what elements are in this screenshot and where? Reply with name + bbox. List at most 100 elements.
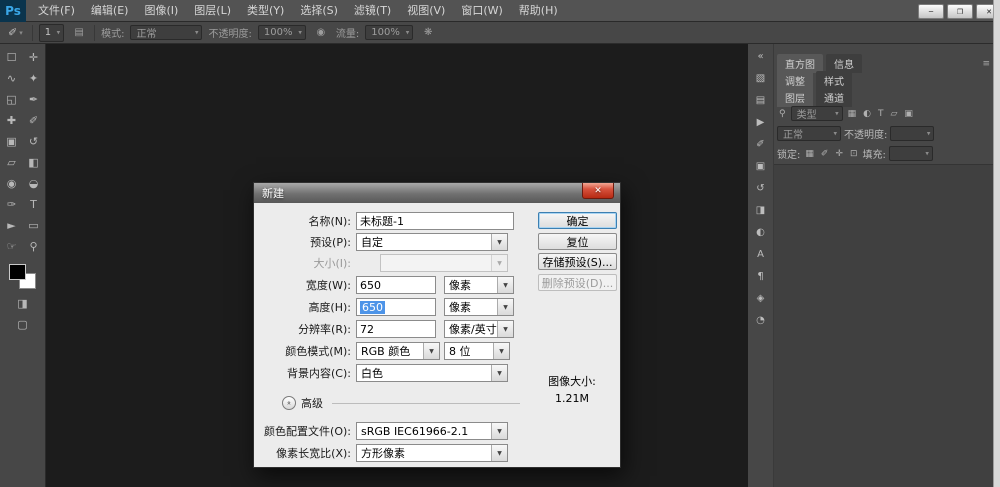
move-tool[interactable]: ✛ bbox=[23, 47, 45, 68]
toggle-brush-panel-icon[interactable]: ▤ bbox=[70, 25, 88, 41]
height-input[interactable]: 650 bbox=[356, 298, 436, 316]
history-brush-tool[interactable]: ↺ bbox=[23, 131, 45, 152]
clone-stamp-tool[interactable]: ▣ bbox=[1, 131, 23, 152]
pen-tool[interactable]: ✑ bbox=[1, 194, 23, 215]
background-contents-select[interactable]: 白色 ▼ bbox=[356, 364, 508, 382]
reset-button[interactable]: 复位 bbox=[538, 233, 617, 250]
flow-select[interactable]: 100% ▾ bbox=[365, 25, 414, 40]
quick-selection-tool[interactable]: ✦ bbox=[23, 68, 45, 89]
menu-file[interactable]: 文件(F) bbox=[30, 0, 83, 22]
blend-mode-select[interactable]: 正常 ▾ bbox=[130, 25, 203, 40]
lock-transparent-pixels-icon[interactable]: ▦ bbox=[803, 149, 816, 159]
chevron-down-icon: ▼ bbox=[497, 277, 513, 293]
ok-button[interactable]: 确定 bbox=[538, 212, 617, 229]
width-input[interactable]: 650 bbox=[356, 276, 436, 294]
bit-depth-select[interactable]: 8 位 ▼ bbox=[444, 342, 510, 360]
menu-layer[interactable]: 图层(L) bbox=[186, 0, 239, 22]
tablet-pressure-opacity-icon[interactable]: ◉ bbox=[312, 25, 330, 41]
airbrush-icon[interactable]: ❋ bbox=[419, 25, 437, 41]
type-layer-filter-icon[interactable]: T bbox=[876, 109, 886, 119]
dialog-title: 新建 bbox=[262, 187, 284, 200]
name-input[interactable]: 未标题-1 bbox=[356, 212, 514, 230]
menu-window[interactable]: 窗口(W) bbox=[453, 0, 510, 22]
pixel-aspect-ratio-select[interactable]: 方形像素 ▼ bbox=[356, 444, 508, 462]
path-selection-tool[interactable]: ► bbox=[1, 215, 23, 236]
tab-channels[interactable]: 通道 bbox=[816, 88, 852, 107]
masks-panel-icon[interactable]: ◐ bbox=[751, 223, 771, 242]
tab-layers[interactable]: 图层 bbox=[777, 88, 813, 107]
properties-panel-icon[interactable]: ◨ bbox=[751, 201, 771, 220]
quick-mask-mode-icon[interactable]: ◨ bbox=[0, 297, 45, 310]
expand-panels-icon[interactable]: « bbox=[751, 47, 771, 66]
type-tool[interactable]: T bbox=[23, 194, 45, 215]
separator bbox=[31, 24, 33, 41]
chevron-down-icon: ▼ bbox=[491, 365, 507, 381]
clone-source-panel-icon[interactable]: ▣ bbox=[751, 157, 771, 176]
lock-all-icon[interactable]: ⊡ bbox=[848, 149, 860, 159]
shape-layer-filter-icon[interactable]: ▱ bbox=[888, 109, 899, 119]
layer-filter-type-select[interactable]: 类型 ▾ bbox=[790, 106, 843, 121]
advanced-section-toggle[interactable]: » 高级 bbox=[282, 395, 520, 411]
healing-brush-tool[interactable]: ✚ bbox=[1, 110, 23, 131]
page-scrollbar[interactable] bbox=[993, 0, 1000, 487]
eyedropper-tool[interactable]: ✒ bbox=[23, 89, 45, 110]
gradient-tool[interactable]: ◧ bbox=[23, 152, 45, 173]
rectangular-marquee-tool[interactable]: ☐ bbox=[1, 47, 23, 68]
layer-blend-mode-select[interactable]: 正常 ▾ bbox=[777, 126, 841, 141]
menu-edit[interactable]: 编辑(E) bbox=[83, 0, 137, 22]
menu-help[interactable]: 帮助(H) bbox=[511, 0, 566, 22]
hand-tool[interactable]: ☞ bbox=[1, 236, 23, 257]
blur-tool[interactable]: ◉ bbox=[1, 173, 23, 194]
smart-object-filter-icon[interactable]: ▣ bbox=[902, 109, 915, 119]
swatches-panel-icon[interactable]: ▤ bbox=[751, 91, 771, 110]
save-preset-button[interactable]: 存储预设(S)... bbox=[538, 253, 617, 270]
search-icon: ⚲ bbox=[779, 108, 786, 119]
paragraph-panel-icon[interactable]: ¶ bbox=[751, 267, 771, 286]
menu-image[interactable]: 图像(I) bbox=[136, 0, 186, 22]
lock-image-pixels-icon[interactable]: ✐ bbox=[819, 149, 831, 159]
opacity-select[interactable]: 100% ▾ bbox=[257, 25, 306, 40]
actions-panel-icon[interactable]: ▶ bbox=[751, 113, 771, 132]
restore-button[interactable]: ❐ bbox=[947, 4, 973, 19]
mode-label: 模式: bbox=[101, 29, 125, 40]
crop-tool[interactable]: ◱ bbox=[1, 89, 23, 110]
preset-select[interactable]: 自定 ▼ bbox=[356, 233, 508, 251]
menu-select[interactable]: 选择(S) bbox=[292, 0, 346, 22]
brush-presets-panel-icon[interactable]: ✐ bbox=[751, 135, 771, 154]
timeline-panel-icon[interactable]: ◔ bbox=[751, 311, 771, 330]
menu-view[interactable]: 视图(V) bbox=[399, 0, 453, 22]
layer-fill-select[interactable]: ▾ bbox=[888, 146, 933, 161]
screen-mode-icon[interactable]: ▢ bbox=[0, 318, 45, 331]
minimize-button[interactable]: ─ bbox=[918, 4, 944, 19]
resolution-unit-select[interactable]: 像素/英寸 ▼ bbox=[444, 320, 514, 338]
character-panel-icon[interactable]: A bbox=[751, 245, 771, 264]
color-mode-select[interactable]: RGB 颜色 ▼ bbox=[356, 342, 440, 360]
layer-opacity-select[interactable]: ▾ bbox=[890, 126, 935, 141]
lasso-tool[interactable]: ∿ bbox=[1, 68, 23, 89]
shape-tool[interactable]: ▭ bbox=[23, 215, 45, 236]
height-unit-select[interactable]: 像素 ▼ bbox=[444, 298, 514, 316]
dialog-close-button[interactable]: ✕ bbox=[582, 183, 614, 199]
menu-type[interactable]: 类型(Y) bbox=[239, 0, 292, 22]
color-profile-select[interactable]: sRGB IEC61966-2.1 ▼ bbox=[356, 422, 508, 440]
brush-tool[interactable]: ✐ bbox=[23, 110, 45, 131]
width-unit-select[interactable]: 像素 ▼ bbox=[444, 276, 514, 294]
menu-filter[interactable]: 滤镜(T) bbox=[346, 0, 399, 22]
brush-preset-picker[interactable]: 1 ▾ bbox=[38, 23, 65, 42]
collapse-advanced-icon[interactable]: » bbox=[282, 396, 296, 410]
pixel-layer-filter-icon[interactable]: ▦ bbox=[846, 109, 859, 119]
zoom-tool[interactable]: ⚲ bbox=[23, 236, 45, 257]
dialog-title-bar[interactable]: 新建 ✕ bbox=[254, 183, 620, 203]
history-panel-icon[interactable]: ↺ bbox=[751, 179, 771, 198]
color-panel-icon[interactable]: ▧ bbox=[751, 69, 771, 88]
layers-list-area[interactable] bbox=[774, 164, 993, 487]
dodge-tool[interactable]: ◒ bbox=[23, 173, 45, 194]
foreground-color-swatch[interactable] bbox=[9, 264, 26, 280]
panel-menu-icon[interactable]: ≡ bbox=[982, 59, 990, 69]
tool-preset-picker[interactable]: ✐ ▾ bbox=[5, 24, 26, 42]
adjustment-layer-filter-icon[interactable]: ◐ bbox=[861, 109, 873, 119]
eraser-tool[interactable]: ▱ bbox=[1, 152, 23, 173]
lock-position-icon[interactable]: ✛ bbox=[833, 149, 845, 159]
resolution-input[interactable]: 72 bbox=[356, 320, 436, 338]
navigator-panel-icon[interactable]: ◈ bbox=[751, 289, 771, 308]
